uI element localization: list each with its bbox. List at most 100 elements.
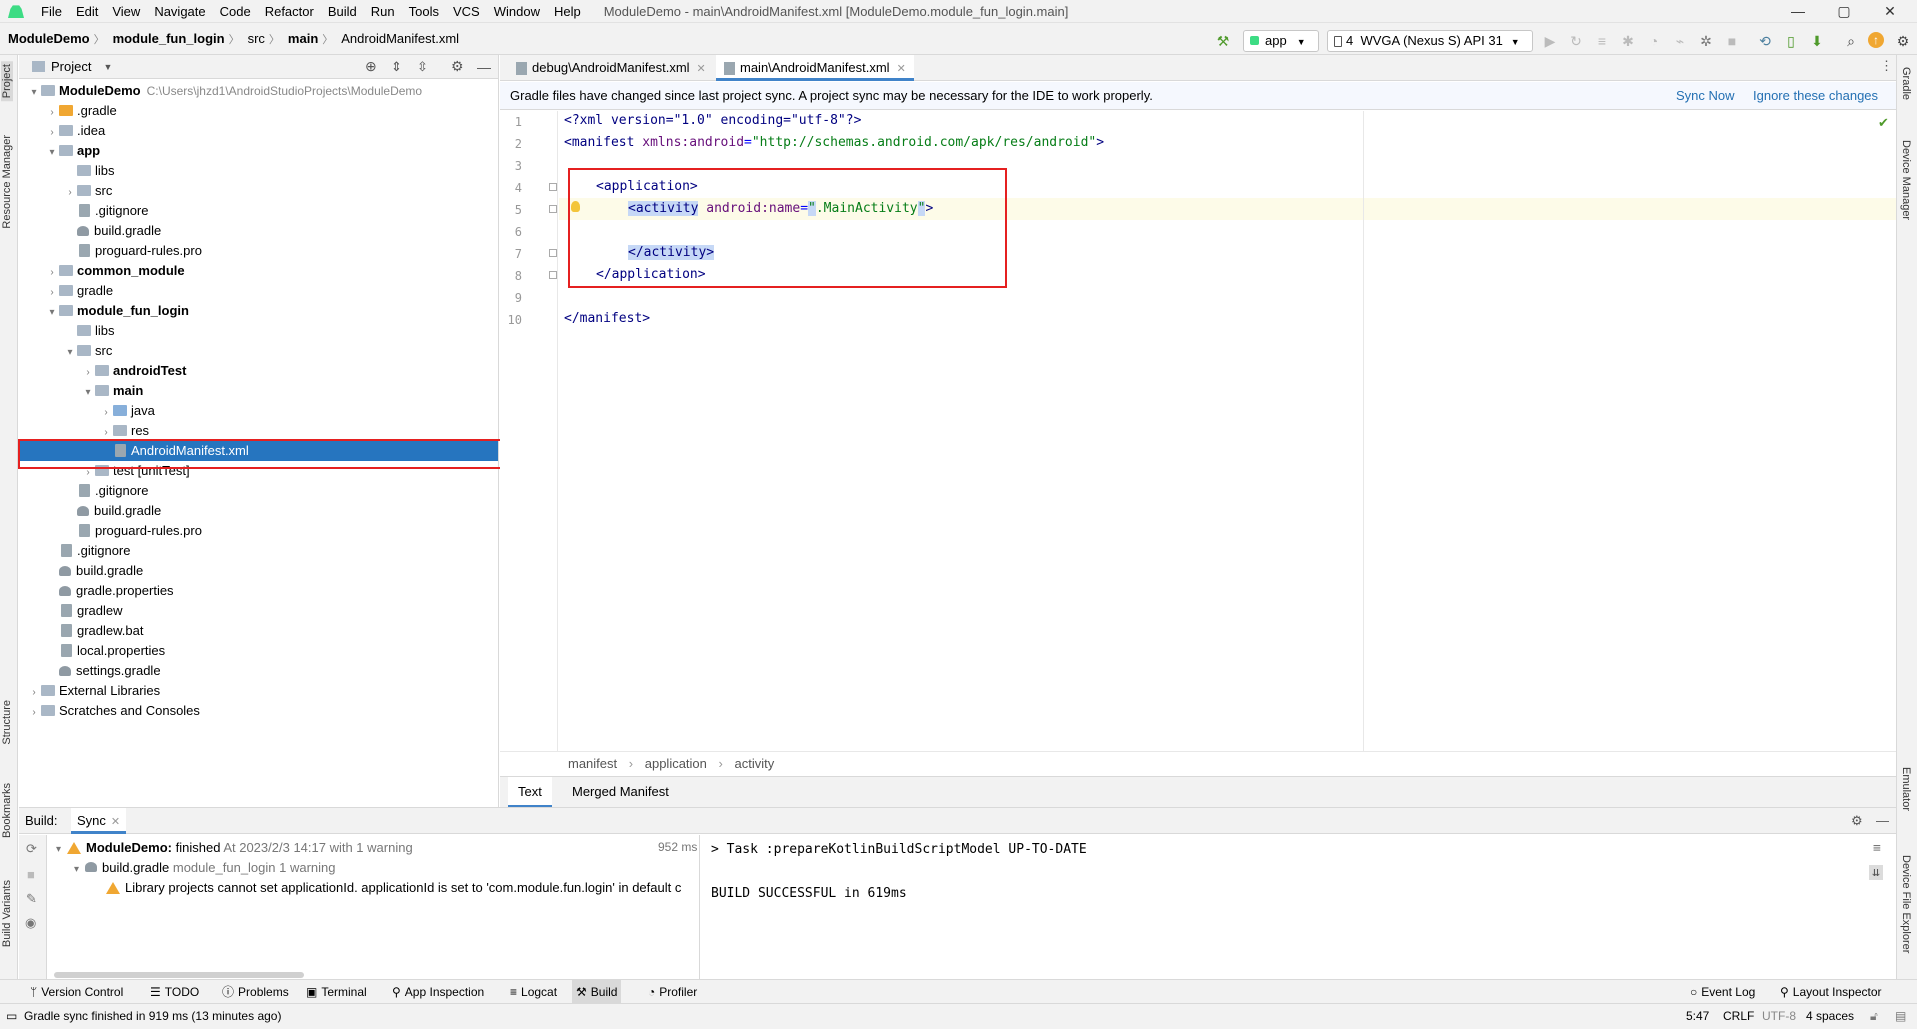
- minimize-button[interactable]: —: [1775, 0, 1821, 23]
- horizontal-scrollbar[interactable]: [54, 972, 304, 978]
- sync-gradle-icon[interactable]: ⟲: [1756, 32, 1774, 50]
- line-number[interactable]: 2: [500, 137, 522, 151]
- close-icon[interactable]: ✕: [897, 63, 906, 75]
- tool-version-control[interactable]: ᛘ Version Control: [26, 980, 127, 1004]
- chevron-right-icon[interactable]: ›: [99, 403, 113, 423]
- tool-tab-gradle[interactable]: Gradle: [1900, 67, 1912, 100]
- device-manager-icon[interactable]: ▯: [1782, 32, 1800, 50]
- close-icon[interactable]: ✕: [111, 816, 120, 828]
- hammer-icon[interactable]: ⚒: [1214, 32, 1232, 50]
- memory-indicator-icon[interactable]: ▤: [1895, 1004, 1906, 1029]
- indent-setting[interactable]: 4 spaces: [1806, 1004, 1854, 1029]
- gear-icon[interactable]: ⚙: [1851, 808, 1863, 834]
- tree-item[interactable]: › src: [63, 181, 112, 201]
- tree-item[interactable]: gradle.properties: [45, 581, 174, 601]
- hide-panel-icon[interactable]: —: [477, 59, 491, 75]
- tree-item[interactable]: libs: [63, 321, 115, 341]
- structure-crumb-activity[interactable]: activity: [734, 756, 774, 771]
- chevron-down-icon[interactable]: ▾: [45, 303, 59, 323]
- breadcrumb-src[interactable]: src: [240, 31, 269, 46]
- menu-view[interactable]: View: [105, 0, 147, 23]
- tool-app-inspection[interactable]: ⚲ App Inspection: [388, 980, 488, 1004]
- menu-vcs[interactable]: VCS: [446, 0, 487, 23]
- tree-item[interactable]: gradlew: [45, 601, 123, 621]
- tool-todo[interactable]: ☰ TODO: [146, 980, 203, 1004]
- caret-position[interactable]: 5:47: [1686, 1004, 1709, 1029]
- chevron-right-icon[interactable]: ›: [81, 363, 95, 383]
- fold-icon[interactable]: [549, 205, 557, 213]
- tool-terminal[interactable]: ▣ Terminal: [302, 980, 371, 1004]
- line-number[interactable]: 9: [500, 291, 522, 305]
- maximize-button[interactable]: ▢: [1821, 0, 1867, 23]
- tool-tab-device-manager[interactable]: Device Manager: [1900, 140, 1912, 220]
- lock-icon[interactable]: 🔓︎: [1870, 1004, 1878, 1029]
- line-number[interactable]: 3: [500, 159, 522, 173]
- rerun-icon[interactable]: ↻: [1567, 32, 1585, 50]
- tree-item[interactable]: › External Libraries: [27, 681, 160, 701]
- build-root-row[interactable]: ▾ ModuleDemo: finished At 2023/2/3 14:17 …: [56, 839, 413, 859]
- line-number[interactable]: 10: [500, 313, 522, 327]
- breadcrumb-module[interactable]: module_fun_login: [105, 31, 229, 46]
- tree-item[interactable]: › .idea: [45, 121, 105, 141]
- tree-item[interactable]: build.gradle: [63, 501, 161, 521]
- status-message[interactable]: Gradle sync finished in 919 ms (13 minut…: [24, 1004, 281, 1029]
- breadcrumb-project[interactable]: ModuleDemo: [0, 31, 94, 46]
- close-window-button[interactable]: ✕: [1867, 0, 1913, 23]
- menu-help[interactable]: Help: [547, 0, 588, 23]
- line-number[interactable]: 8: [500, 269, 522, 283]
- line-separator[interactable]: CRLF: [1723, 1004, 1754, 1029]
- stop-icon[interactable]: ■: [1723, 32, 1741, 50]
- tab-debug-manifest[interactable]: debug\AndroidManifest.xml ✕: [508, 55, 714, 81]
- tree-item[interactable]: build.gradle: [63, 221, 161, 241]
- chevron-right-icon[interactable]: ›: [45, 103, 59, 123]
- tool-logcat[interactable]: ≡ Logcat: [506, 980, 561, 1004]
- stop-icon[interactable]: ■: [27, 867, 35, 882]
- tool-tab-resource-manager[interactable]: Resource Manager: [1, 135, 13, 229]
- build-child-row[interactable]: ▾ build.gradle module_fun_login 1 warning: [74, 859, 336, 879]
- menu-file[interactable]: File: [34, 0, 69, 23]
- tool-event-log[interactable]: ○ Event Log: [1686, 980, 1759, 1004]
- line-number[interactable]: 6: [500, 225, 522, 239]
- tree-item[interactable]: › .gradle: [45, 101, 116, 123]
- hide-panel-icon[interactable]: —: [1876, 808, 1889, 834]
- tab-merged-manifest[interactable]: Merged Manifest: [562, 777, 679, 808]
- apply-changes-icon[interactable]: ≡: [1593, 32, 1611, 50]
- chevron-right-icon[interactable]: ›: [45, 123, 59, 143]
- line-number[interactable]: 5: [500, 203, 522, 217]
- menu-tools[interactable]: Tools: [402, 0, 446, 23]
- tree-item[interactable]: › gradle: [45, 281, 113, 301]
- soft-wrap-icon[interactable]: ≡: [1873, 841, 1881, 856]
- tab-sync[interactable]: Sync ✕: [71, 808, 127, 834]
- chevron-right-icon[interactable]: ›: [27, 683, 41, 703]
- menu-edit[interactable]: Edit: [69, 0, 105, 23]
- menu-window[interactable]: Window: [487, 0, 547, 23]
- more-options-icon[interactable]: ⋮: [1880, 58, 1893, 74]
- structure-crumb-application[interactable]: application: [645, 756, 707, 771]
- breadcrumb-file[interactable]: AndroidManifest.xml: [333, 31, 463, 46]
- tool-profiler[interactable]: ◔ Profiler: [644, 980, 701, 1004]
- line-number[interactable]: 7: [500, 247, 522, 261]
- tool-tab-structure[interactable]: Structure: [1, 700, 13, 745]
- collapse-all-icon[interactable]: ⇳: [417, 59, 428, 75]
- fold-icon[interactable]: [549, 183, 557, 191]
- tree-item[interactable]: libs: [63, 161, 115, 181]
- chevron-right-icon[interactable]: ›: [45, 263, 59, 283]
- scroll-to-end-icon[interactable]: ⇊: [1869, 865, 1883, 880]
- code-line-2[interactable]: <manifest xmlns:android="http://schemas.…: [564, 132, 1104, 154]
- tree-item[interactable]: › common_module: [45, 261, 184, 283]
- sdk-manager-icon[interactable]: ⬇: [1808, 32, 1826, 50]
- gear-icon[interactable]: ⚙: [451, 58, 464, 75]
- menu-navigate[interactable]: Navigate: [147, 0, 212, 23]
- tree-item[interactable]: › res: [99, 421, 149, 441]
- build-output[interactable]: > Task :prepareKotlinBuildScriptModel UP…: [701, 835, 1896, 980]
- tree-item[interactable]: ▾ app: [45, 141, 100, 161]
- close-icon[interactable]: ✕: [697, 63, 706, 75]
- tree-item[interactable]: › androidTest: [81, 361, 186, 381]
- chevron-down-icon[interactable]: ▼: [103, 62, 112, 72]
- tree-item[interactable]: ▾ main: [81, 381, 143, 401]
- menu-refactor[interactable]: Refactor: [258, 0, 321, 23]
- tree-item[interactable]: settings.gradle: [45, 661, 161, 681]
- chevron-down-icon[interactable]: ▾: [81, 383, 95, 403]
- line-number[interactable]: 4: [500, 181, 522, 195]
- project-view-title[interactable]: Project: [51, 59, 91, 74]
